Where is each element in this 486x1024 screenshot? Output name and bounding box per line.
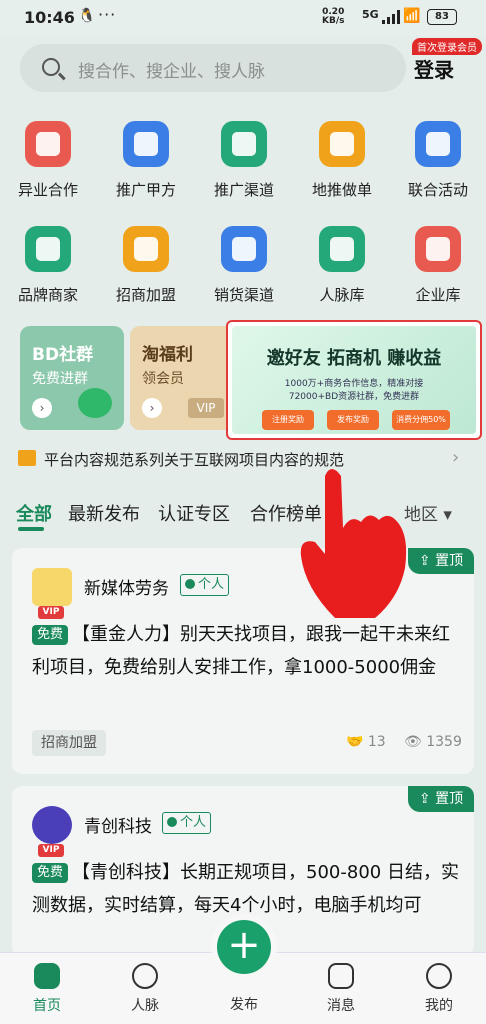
grid-item-company-db[interactable]: 企业库	[393, 226, 483, 305]
person-tie-icon	[319, 226, 365, 272]
header: 搜合作、搜企业、搜人脉 首次登录会员 登录	[0, 36, 486, 106]
signal-bars-icon	[382, 10, 400, 24]
login-badge: 首次登录会员	[412, 38, 482, 55]
presentation-icon	[123, 121, 169, 167]
signal-label: 5G	[362, 8, 379, 21]
post-author[interactable]: 新媒体劳务	[84, 574, 169, 599]
speaker-icon	[18, 450, 36, 466]
personal-tag: 个人	[180, 574, 230, 596]
grid-item-promote-channel[interactable]: 推广渠道	[199, 121, 289, 200]
promo-title: 邀好友 拓商机 赚收益	[266, 348, 442, 369]
grid-item-joint-event[interactable]: 联合活动	[393, 121, 483, 200]
qq-icon: 🐧	[78, 8, 96, 24]
promo-line1: 1000万+商务合作信息，精准对接	[284, 379, 424, 389]
document-icon	[415, 226, 461, 272]
gift-icon	[415, 121, 461, 167]
publish-label: 发布	[230, 997, 258, 1013]
search-icon	[42, 58, 60, 76]
profile-icon	[426, 963, 452, 989]
post-author[interactable]: 青创科技	[84, 812, 152, 837]
search-placeholder: 搜合作、搜企业、搜人脉	[78, 62, 265, 82]
shopping-icon	[221, 226, 267, 272]
pointing-hand-icon	[300, 469, 407, 618]
nav-mine[interactable]: 我的	[404, 959, 474, 1015]
pinned-badge: ⇪ 置顶	[408, 548, 474, 574]
publish-button[interactable]: +	[217, 920, 271, 974]
home-icon	[34, 963, 60, 989]
trophy-icon	[123, 226, 169, 272]
contacts-icon	[132, 963, 158, 989]
person-icon	[185, 579, 195, 589]
pinned-badge: ⇪ 置顶	[408, 786, 474, 812]
free-badge: 免费	[32, 863, 69, 883]
search-input[interactable]: 搜合作、搜企业、搜人脉	[20, 44, 406, 92]
network-speed: 0.20 KB/s	[322, 7, 345, 26]
tab-indicator	[18, 527, 44, 531]
nav-home[interactable]: 首页	[12, 959, 82, 1015]
star-icon	[25, 226, 71, 272]
grid-item-sales-channel[interactable]: 销货渠道	[199, 226, 289, 305]
grid-item-ground-promotion[interactable]: 地推做单	[297, 121, 387, 200]
promo-commission[interactable]: 消费分佣50%	[392, 410, 450, 430]
chevron-right-icon: ›	[32, 398, 52, 418]
views-count: 👁 1359	[404, 734, 462, 750]
tab-latest[interactable]: 最新发布	[68, 500, 140, 526]
person-icon	[167, 817, 177, 827]
grid-item-promote-client[interactable]: 推广甲方	[101, 121, 191, 200]
bd-community-card[interactable]: BD社群 免费进群 ›	[20, 326, 124, 430]
grid-item-contacts-db[interactable]: 人脉库	[297, 226, 387, 305]
tab-all[interactable]: 全部	[16, 500, 52, 526]
vip-tag: VIP	[188, 398, 224, 418]
more-notifications-icon: ···	[98, 5, 117, 24]
company-logo	[32, 806, 72, 844]
grid-item-brand-merchant[interactable]: 品牌商家	[3, 226, 93, 305]
promo-register-reward[interactable]: 注册奖励	[262, 410, 314, 430]
wifi-icon: 📶	[403, 8, 421, 24]
promo-line2: 72000+BD资源社群，免费进群	[288, 392, 420, 402]
chevron-right-icon: ›	[142, 398, 162, 418]
battery-icon: 83	[427, 9, 457, 25]
message-icon	[328, 963, 354, 989]
briefcase-icon	[25, 121, 71, 167]
company-logo	[32, 568, 72, 606]
chevron-right-icon: ›	[452, 447, 460, 468]
invite-promo-banner[interactable]: 邀好友 拓商机 赚收益 1000万+商务合作信息，精准对接 72000+BD资源…	[226, 320, 482, 440]
status-time: 10:46	[24, 8, 75, 27]
tab-certified[interactable]: 认证专区	[158, 500, 230, 526]
wechat-icon	[78, 388, 112, 418]
free-badge: 免费	[32, 625, 69, 645]
login-button[interactable]: 登录	[414, 54, 454, 83]
nav-messages[interactable]: 消息	[306, 959, 376, 1015]
category-tag[interactable]: 招商加盟	[32, 730, 106, 756]
personal-tag: 个人	[162, 812, 212, 834]
nav-contacts[interactable]: 人脉	[110, 959, 180, 1015]
promo-publish-reward[interactable]: 发布奖励	[327, 410, 379, 430]
welfare-card[interactable]: 淘福利 领会员 › VIP	[130, 326, 240, 430]
grid-item-franchise[interactable]: 招商加盟	[101, 226, 191, 305]
status-bar: 10:46 🐧 ··· 0.20 KB/s 5G 📶 83	[0, 0, 486, 36]
grid-item-cross-industry[interactable]: 异业合作	[3, 121, 93, 200]
folder-icon	[319, 121, 365, 167]
post-body: 免费 【青创科技】长期正规项目，500-800 日结，实测数据，实时结算，每天4个…	[32, 862, 459, 916]
likes-count: 🤝 13	[346, 734, 386, 750]
droplet-icon	[221, 121, 267, 167]
